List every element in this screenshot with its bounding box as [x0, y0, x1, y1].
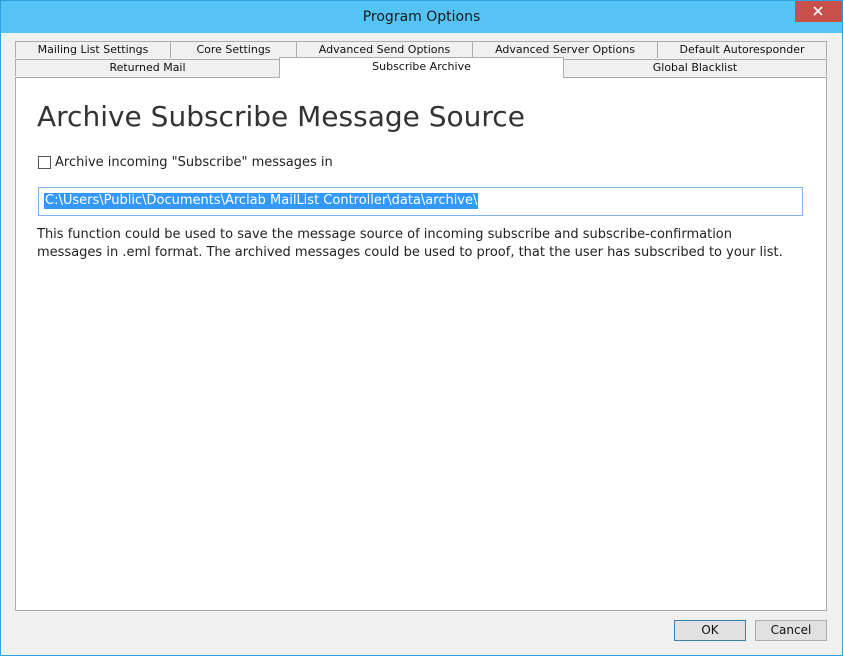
- tab-default-autoresponder[interactable]: Default Autoresponder: [657, 41, 827, 58]
- tab-mailing-list-settings[interactable]: Mailing List Settings: [15, 41, 171, 58]
- subscribe-archive-panel: Archive Subscribe Message Source Archive…: [15, 77, 827, 611]
- tab-returned-mail[interactable]: Returned Mail: [15, 59, 280, 76]
- page-title: Archive Subscribe Message Source: [37, 100, 525, 133]
- tab-subscribe-archive[interactable]: Subscribe Archive: [279, 57, 564, 78]
- archive-path-value: C:\Users\Public\Documents\Arclab MailLis…: [44, 193, 479, 209]
- description-text: This function could be used to save the …: [37, 227, 783, 260]
- cancel-button[interactable]: Cancel: [755, 620, 827, 641]
- program-options-window: Program Options Mailing List Settings Co…: [0, 0, 843, 656]
- archive-checkbox-label[interactable]: Archive incoming "Subscribe" messages in: [55, 155, 333, 170]
- archive-path-input[interactable]: C:\Users\Public\Documents\Arclab MailLis…: [38, 187, 803, 216]
- tab-advanced-server-options[interactable]: Advanced Server Options: [472, 41, 658, 58]
- archive-checkbox[interactable]: [38, 156, 51, 169]
- tab-core-settings[interactable]: Core Settings: [170, 41, 297, 58]
- tab-global-blacklist[interactable]: Global Blacklist: [563, 59, 827, 76]
- ok-button[interactable]: OK: [674, 620, 746, 641]
- tab-advanced-send-options[interactable]: Advanced Send Options: [296, 41, 473, 58]
